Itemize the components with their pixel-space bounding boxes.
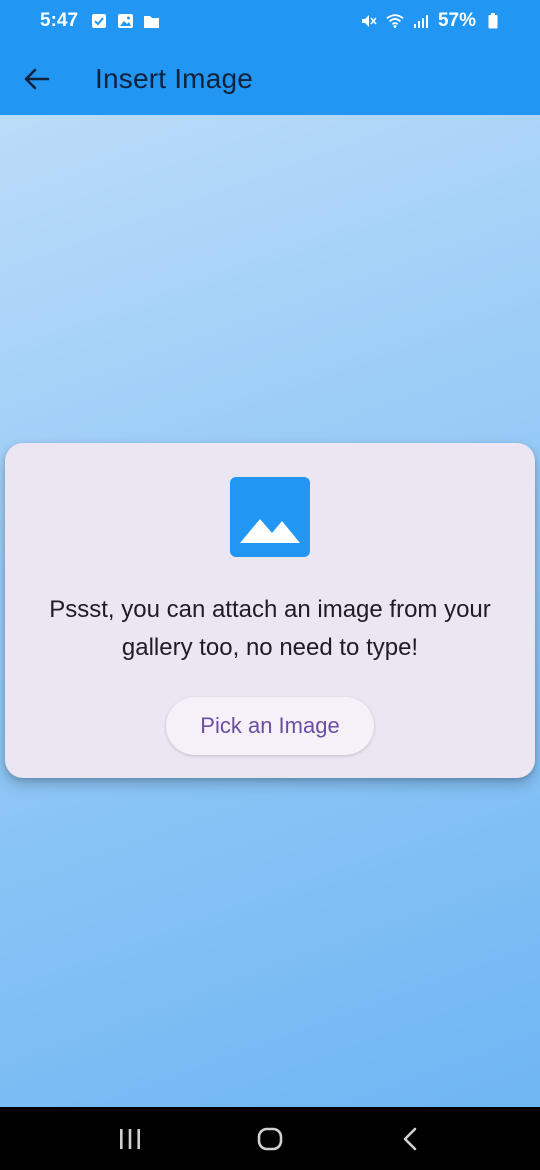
page-title: Insert Image <box>95 62 254 94</box>
signal-icon <box>412 12 430 30</box>
mute-icon <box>360 12 378 30</box>
home-button[interactable] <box>240 1114 300 1164</box>
home-icon <box>257 1127 283 1150</box>
content-area: Pssst, you can attach an image from your… <box>0 115 540 1107</box>
card-message: Pssst, you can attach an image from your… <box>49 596 491 661</box>
image-icon <box>230 477 310 557</box>
insert-image-card: Pssst, you can attach an image from your… <box>5 443 535 778</box>
nav-back-button[interactable] <box>380 1114 440 1164</box>
recents-icon <box>120 1128 140 1149</box>
arrow-back-icon <box>24 68 50 89</box>
folder-icon <box>142 12 160 30</box>
system-nav-bar <box>0 1107 540 1170</box>
recents-button[interactable] <box>100 1114 160 1164</box>
status-right: 57% <box>360 10 502 32</box>
gallery-icon <box>116 12 134 30</box>
back-button[interactable] <box>1 42 73 115</box>
app-bar: Insert Image <box>0 42 540 115</box>
checkbox-icon <box>90 12 108 30</box>
status-bar: 5:47 57% <box>0 0 540 42</box>
battery-percent: 57% <box>437 10 476 31</box>
wifi-icon <box>386 12 404 30</box>
status-time: 5:47 <box>40 10 79 31</box>
pick-image-button[interactable]: Pick an Image <box>166 697 374 755</box>
status-left: 5:47 <box>40 10 160 32</box>
back-icon <box>403 1127 417 1150</box>
battery-icon <box>484 12 502 30</box>
